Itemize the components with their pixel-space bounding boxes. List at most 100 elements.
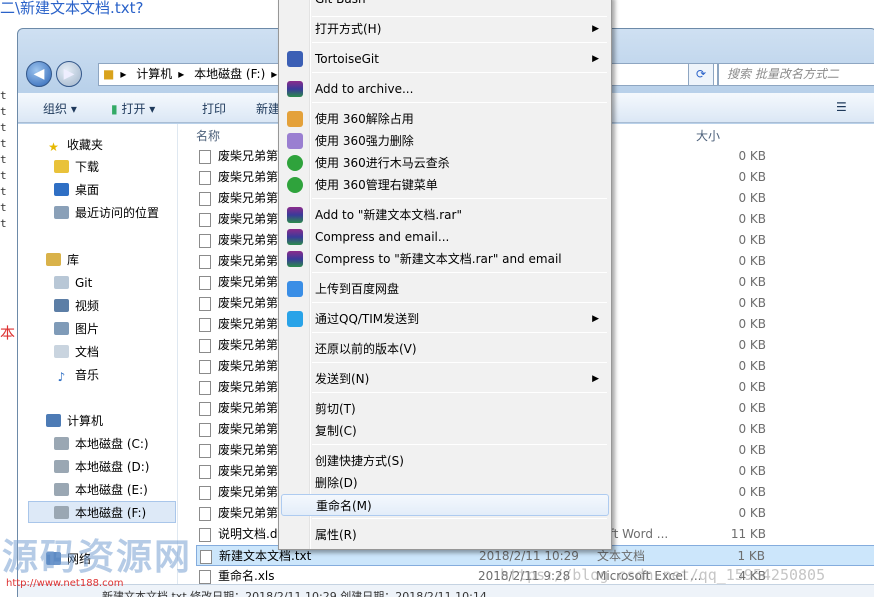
file-name: 废柴兄弟第 [218,485,279,499]
menu-rename[interactable]: 重命名(M) [281,494,609,516]
search-input[interactable]: 搜索 批量改名方式二 [718,63,874,86]
menu-delete[interactable]: 删除(D) [281,472,609,494]
drive-icon [54,437,69,450]
file-name: 废柴兄弟第 [218,149,279,163]
menu-restore-versions[interactable]: 还原以前的版本(V) [281,338,609,360]
library-icon [46,253,61,266]
file-size: 0 KB [738,464,766,478]
nav-videos[interactable]: 视频 [54,295,99,317]
desktop-icon [54,183,69,196]
file-size: 11 KB [730,527,766,541]
watermark-blog: https://blog.csdn.net/qq_15954250805 [500,566,826,584]
menu-separator [312,302,607,303]
file-size: 0 KB [738,149,766,163]
open-button[interactable]: ▮ 打开 ▾ [111,100,155,117]
context-menu: Git Bash 打开方式(H)▶ TortoiseGit▶ Add to ar… [278,0,612,550]
menu-separator [312,362,607,363]
menu-create-shortcut[interactable]: 创建快捷方式(S) [281,450,609,472]
nav-git[interactable]: Git [54,272,92,294]
nav-drive-e[interactable]: 本地磁盘 (E:) [54,479,148,501]
nav-downloads[interactable]: 下载 [54,156,99,178]
background-red-text: 本 [0,324,16,342]
file-name: 废柴兄弟第 [218,296,279,310]
chevron-icon: ▸ [178,67,185,81]
menu-properties[interactable]: 属性(R) [281,524,609,546]
back-button[interactable]: ◀ [26,61,52,87]
organize-button[interactable]: 组织 ▾ [43,100,77,117]
menu-add-rar[interactable]: Add to "新建文本文档.rar" [281,204,609,226]
column-size[interactable]: 大小 [696,127,720,144]
git-icon [54,276,69,289]
details-pane: 新建文本文档.txt 修改日期：2018/2/11 10:29 创建日期：201… [18,584,874,597]
file-icon [199,171,211,185]
file-name: 废柴兄弟第 [218,422,279,436]
nav-drive-f[interactable]: 本地磁盘 (F:) [28,501,176,523]
menu-360-delete[interactable]: 使用 360强力删除 [281,130,609,152]
file-size: 0 KB [738,422,766,436]
menu-send-to[interactable]: 发送到(N) ▶ [281,368,609,390]
file-icon [199,381,211,395]
column-name[interactable]: 名称 [196,127,220,144]
file-icon [199,570,211,584]
menu-tortoisegit[interactable]: TortoiseGit ▶ [281,48,609,70]
nav-favorites[interactable]: ★ 收藏夹 [46,134,103,156]
nav-documents[interactable]: 文档 [54,341,99,363]
menu-separator [312,444,607,445]
menu-separator [312,198,607,199]
file-icon [199,297,211,311]
nav-desktop[interactable]: 桌面 [54,179,99,201]
menu-add-archive[interactable]: Add to archive... [281,78,609,100]
file-size: 0 KB [738,443,766,457]
menu-compress-rar-email[interactable]: Compress to "新建文本文档.rar" and email [281,248,609,270]
file-name: 废柴兄弟第 [218,212,279,226]
menu-separator [312,72,607,73]
file-name: 说明文档.do [218,527,285,541]
menu-git-bash[interactable]: Git Bash [281,0,609,10]
nav-libraries[interactable]: 库 [46,249,79,271]
file-icon [199,192,211,206]
nav-drive-d[interactable]: 本地磁盘 (D:) [54,456,149,478]
downloads-icon [54,160,69,173]
menu-360-unlock[interactable]: 使用 360解除占用 [281,108,609,130]
file-name: 废柴兄弟第 [218,359,279,373]
menu-open-with[interactable]: 打开方式(H) ▶ [281,18,609,40]
drive-icon [54,506,69,519]
menu-separator [312,518,607,519]
menu-compress-email[interactable]: Compress and email... [281,226,609,248]
nav-computer[interactable]: 计算机 [46,410,103,432]
360-delete-icon [287,133,303,149]
print-button[interactable]: 打印 [202,100,226,117]
star-icon: ★ [48,140,59,154]
menu-separator [312,392,607,393]
picture-icon [54,322,69,335]
file-size: 0 KB [738,212,766,226]
nav-pictures[interactable]: 图片 [54,318,99,340]
menu-cut[interactable]: 剪切(T) [281,398,609,420]
file-size: 0 KB [738,485,766,499]
file-name: 废柴兄弟第 [218,317,279,331]
menu-360-manage[interactable]: 使用 360管理右键菜单 [281,174,609,196]
file-icon [199,486,211,500]
file-name: 废柴兄弟第 [218,170,279,184]
qq-icon [287,311,303,327]
breadcrumb-drive[interactable]: 本地磁盘 (F:) [194,67,265,81]
forward-button[interactable]: ▶ [56,61,82,87]
menu-baidu-upload[interactable]: 上传到百度网盘 [281,278,609,300]
nav-recent[interactable]: 最近访问的位置 [54,202,159,224]
nav-music[interactable]: ♪ 音乐 [54,364,99,386]
open-icon: ▮ [111,102,118,116]
winrar-icon [287,251,303,267]
view-options-icon[interactable]: ☰ [836,100,847,114]
breadcrumb-computer[interactable]: 计算机 [136,67,172,81]
new-button[interactable]: 新建 [256,100,280,117]
menu-qq-send[interactable]: 通过QQ/TIM发送到 ▶ [281,308,609,330]
file-name: 废柴兄弟第 [218,233,279,247]
file-name: 废柴兄弟第 [218,254,279,268]
menu-360-scan[interactable]: 使用 360进行木马云查杀 [281,152,609,174]
menu-copy[interactable]: 复制(C) [281,420,609,442]
nav-drive-c[interactable]: 本地磁盘 (C:) [54,433,149,455]
menu-separator [312,16,607,17]
file-size: 0 KB [738,233,766,247]
file-icon [199,465,211,479]
refresh-icon[interactable]: ⟳ [688,63,714,86]
